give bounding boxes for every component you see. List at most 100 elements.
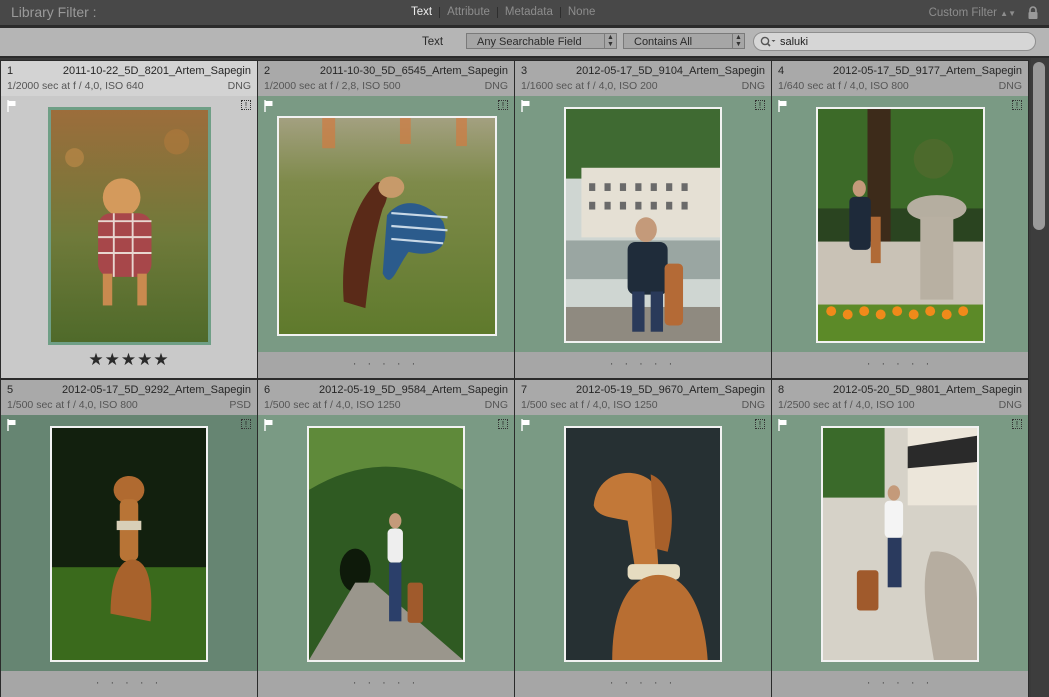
cell-footer: · · · · · — [772, 671, 1028, 697]
cell-footer: · · · · · — [258, 671, 514, 697]
text-filter-label: Text — [422, 36, 444, 48]
text-filter-bar: Text Any Searchable Field ▲ ▼ Contains Al… — [0, 26, 1049, 58]
badge-icon[interactable]: ! — [498, 419, 508, 429]
searchable-field-select[interactable]: Any Searchable Field ▲ ▼ — [466, 33, 617, 49]
thumbnail-cell-5[interactable]: 5 2012-05-17_5D_9292_Artem_Sapegin 1/500… — [1, 380, 257, 697]
rating-dots[interactable]: · · · · · — [258, 358, 514, 370]
flag-icon[interactable] — [7, 419, 17, 431]
cell-footer: ★★★★★ — [1, 350, 257, 378]
badge-icon[interactable]: ! — [241, 100, 251, 110]
rating-stars[interactable]: ★★★★★ — [1, 350, 257, 370]
garden-photo — [818, 109, 983, 341]
badge-icon[interactable]: ! — [755, 419, 765, 429]
match-rule-select[interactable]: Contains All ▲ ▼ — [623, 33, 745, 49]
thumbnail-cell-3[interactable]: 3 2012-05-17_5D_9104_Artem_Sapegin 1/160… — [515, 61, 771, 378]
photo-thumbnail[interactable] — [50, 426, 208, 662]
cell-exif: 1/1600 sec at f / 4,0, ISO 200 — [521, 80, 658, 92]
dog-portrait-photo — [566, 428, 720, 660]
cell-filename: 2012-05-19_5D_9670_Artem_Sapegin — [576, 384, 765, 396]
cell-format: DNG — [227, 80, 251, 92]
flag-icon[interactable] — [264, 100, 274, 112]
cell-header: 8 2012-05-20_5D_9801_Artem_Sapegin 1/250… — [772, 380, 1028, 415]
photo-thumbnail[interactable] — [277, 116, 497, 336]
flag-icon[interactable] — [521, 419, 531, 431]
grid-scrollbar[interactable] — [1031, 58, 1049, 697]
badge-icon[interactable]: ! — [1012, 419, 1022, 429]
thumbnail-grid: 1 2011-10-22_5D_8201_Artem_Sapegin 1/200… — [0, 60, 1029, 697]
flag-icon[interactable] — [7, 100, 17, 112]
flag-icon[interactable] — [778, 100, 788, 112]
flag-icon[interactable] — [521, 100, 531, 112]
cell-exif: 1/500 sec at f / 4,0, ISO 1250 — [521, 399, 658, 411]
cell-exif: 1/2500 sec at f / 4,0, ISO 100 — [778, 399, 915, 411]
custom-filter-dropdown[interactable]: Custom Filter ▲▼ — [929, 7, 1016, 19]
cell-filename: 2012-05-17_5D_9292_Artem_Sapegin — [62, 384, 251, 396]
cell-exif: 1/2000 sec at f / 4,0, ISO 640 — [7, 80, 144, 92]
cell-index: 7 — [521, 384, 528, 396]
thumbnail-cell-2[interactable]: 2 2011-10-30_5D_6545_Artem_Sapegin 1/200… — [258, 61, 514, 378]
cell-format: DNG — [741, 80, 765, 92]
scrollbar-thumb[interactable] — [1033, 62, 1045, 230]
cell-index: 4 — [778, 65, 785, 77]
search-input[interactable]: saluki — [753, 32, 1036, 51]
cell-index: 6 — [264, 384, 271, 396]
lock-icon[interactable] — [1027, 6, 1039, 20]
custom-filter-label: Custom Filter — [928, 7, 997, 19]
cell-header: 4 2012-05-17_5D_9177_Artem_Sapegin 1/640… — [772, 61, 1028, 96]
filter-option-text[interactable]: Text — [404, 6, 439, 18]
filter-option-attribute[interactable]: Attribute — [440, 6, 497, 18]
match-rule-value: Contains All — [634, 36, 693, 48]
rating-dots[interactable]: · · · · · — [515, 677, 771, 689]
photo-thumbnail[interactable] — [564, 107, 722, 343]
chevron-down-icon: ▲▼ — [604, 34, 616, 48]
cell-format: DNG — [484, 399, 508, 411]
badge-icon[interactable]: ! — [1012, 100, 1022, 110]
photo-thumbnail[interactable] — [48, 107, 211, 345]
filter-option-none[interactable]: None — [561, 6, 603, 18]
photo-thumbnail[interactable] — [821, 426, 979, 662]
cell-filename: 2012-05-17_5D_9177_Artem_Sapegin — [833, 65, 1022, 77]
photo-thumbnail[interactable] — [816, 107, 985, 343]
cell-format: DNG — [741, 399, 765, 411]
thumbnail-cell-6[interactable]: 6 2012-05-19_5D_9584_Artem_Sapegin 1/500… — [258, 380, 514, 697]
cell-filename: 2012-05-19_5D_9584_Artem_Sapegin — [319, 384, 508, 396]
cell-exif: 1/500 sec at f / 4,0, ISO 800 — [7, 399, 138, 411]
cell-index: 8 — [778, 384, 785, 396]
chevron-down-icon: ▲▼ — [732, 34, 744, 48]
thumbnail-cell-4[interactable]: 4 2012-05-17_5D_9177_Artem_Sapegin 1/640… — [772, 61, 1028, 378]
dogs-photo — [279, 118, 495, 334]
thumbnail-cell-8[interactable]: 8 2012-05-20_5D_9801_Artem_Sapegin 1/250… — [772, 380, 1028, 697]
rating-dots[interactable]: · · · · · — [772, 358, 1028, 370]
badge-icon[interactable]: ! — [498, 100, 508, 110]
thumbnail-cell-7[interactable]: 7 2012-05-19_5D_9670_Artem_Sapegin 1/500… — [515, 380, 771, 697]
arbor-photo — [309, 428, 463, 660]
cell-exif: 1/640 sec at f / 4,0, ISO 800 — [778, 80, 909, 92]
dog-photo — [51, 110, 208, 342]
cell-footer: · · · · · — [772, 352, 1028, 378]
photo-thumbnail[interactable] — [307, 426, 465, 662]
street-photo — [823, 428, 977, 660]
photo-thumbnail[interactable] — [564, 426, 722, 662]
cell-index: 1 — [7, 65, 14, 77]
cell-filename: 2011-10-30_5D_6545_Artem_Sapegin — [319, 65, 508, 77]
library-filter-title: Library Filter : — [11, 4, 97, 20]
cell-exif: 1/2000 sec at f / 2,8, ISO 500 — [264, 80, 401, 92]
badge-icon[interactable]: ! — [241, 419, 251, 429]
dog-sitting-photo — [52, 428, 206, 660]
cell-header: 1 2011-10-22_5D_8201_Artem_Sapegin 1/200… — [1, 61, 257, 96]
rating-dots[interactable]: · · · · · — [772, 677, 1028, 689]
flag-icon[interactable] — [264, 419, 274, 431]
cell-format: DNG — [998, 399, 1022, 411]
badge-icon[interactable]: ! — [755, 100, 765, 110]
cell-header: 2 2011-10-30_5D_6545_Artem_Sapegin 1/200… — [258, 61, 514, 96]
cell-filename: 2011-10-22_5D_8201_Artem_Sapegin — [62, 65, 251, 77]
filter-option-metadata[interactable]: Metadata — [498, 6, 560, 18]
thumbnail-cell-1[interactable]: 1 2011-10-22_5D_8201_Artem_Sapegin 1/200… — [1, 61, 257, 378]
cell-format: DNG — [484, 80, 508, 92]
flag-icon[interactable] — [778, 419, 788, 431]
cell-header: 7 2012-05-19_5D_9670_Artem_Sapegin 1/500… — [515, 380, 771, 415]
rating-dots[interactable]: · · · · · — [1, 677, 257, 689]
rating-dots[interactable]: · · · · · — [258, 677, 514, 689]
cell-filename: 2012-05-20_5D_9801_Artem_Sapegin — [833, 384, 1022, 396]
rating-dots[interactable]: · · · · · — [515, 358, 771, 370]
